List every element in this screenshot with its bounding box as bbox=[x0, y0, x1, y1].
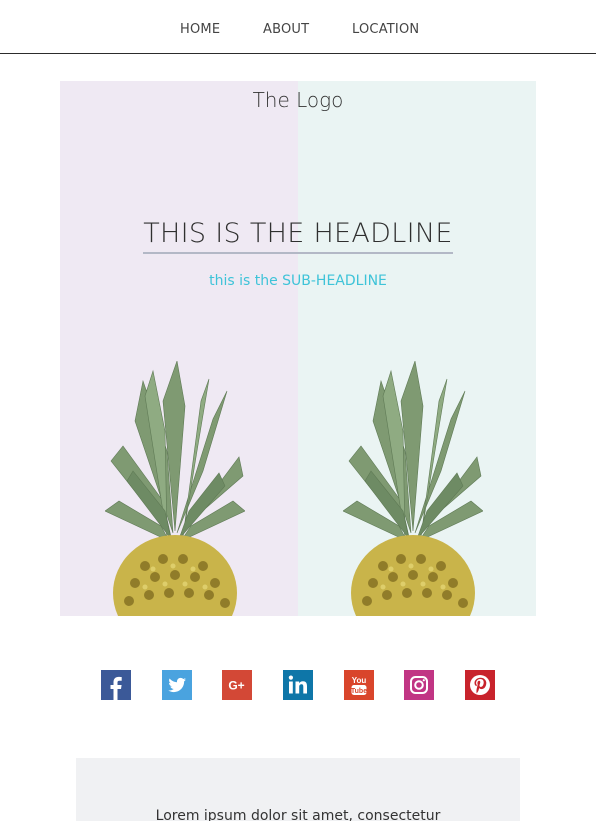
nav-link-location[interactable]: LOCATION bbox=[352, 22, 419, 37]
content-paragraph: Lorem ipsum dolor sit amet, consectetur bbox=[155, 808, 441, 821]
svg-text:Tube: Tube bbox=[351, 688, 367, 695]
top-nav: HOME ABOUT LOCATION bbox=[0, 0, 596, 54]
svg-text:G+: G+ bbox=[228, 679, 244, 693]
social-icons-row: G+ You Tube bbox=[0, 670, 596, 700]
google-plus-icon[interactable]: G+ bbox=[222, 670, 252, 700]
youtube-icon[interactable]: You Tube bbox=[344, 670, 374, 700]
pineapple-image bbox=[343, 361, 483, 616]
nav-link-home[interactable]: HOME bbox=[180, 22, 220, 37]
logo: The Logo bbox=[252, 88, 344, 112]
pinterest-icon[interactable] bbox=[465, 670, 495, 700]
twitter-icon[interactable] bbox=[162, 670, 192, 700]
svg-text:You: You bbox=[352, 676, 367, 685]
hero-banner: The Logo THIS IS THE HEADLINE this is th… bbox=[60, 81, 536, 616]
nav-link-about[interactable]: ABOUT bbox=[263, 22, 309, 37]
instagram-icon[interactable] bbox=[404, 670, 434, 700]
headline: THIS IS THE HEADLINE bbox=[143, 218, 453, 254]
pineapple-image bbox=[105, 361, 245, 616]
content-section: Lorem ipsum dolor sit amet, consectetur bbox=[76, 758, 520, 821]
linkedin-icon[interactable] bbox=[283, 670, 313, 700]
facebook-icon[interactable] bbox=[101, 670, 131, 700]
subheadline: this is the SUB-HEADLINE bbox=[209, 273, 387, 289]
